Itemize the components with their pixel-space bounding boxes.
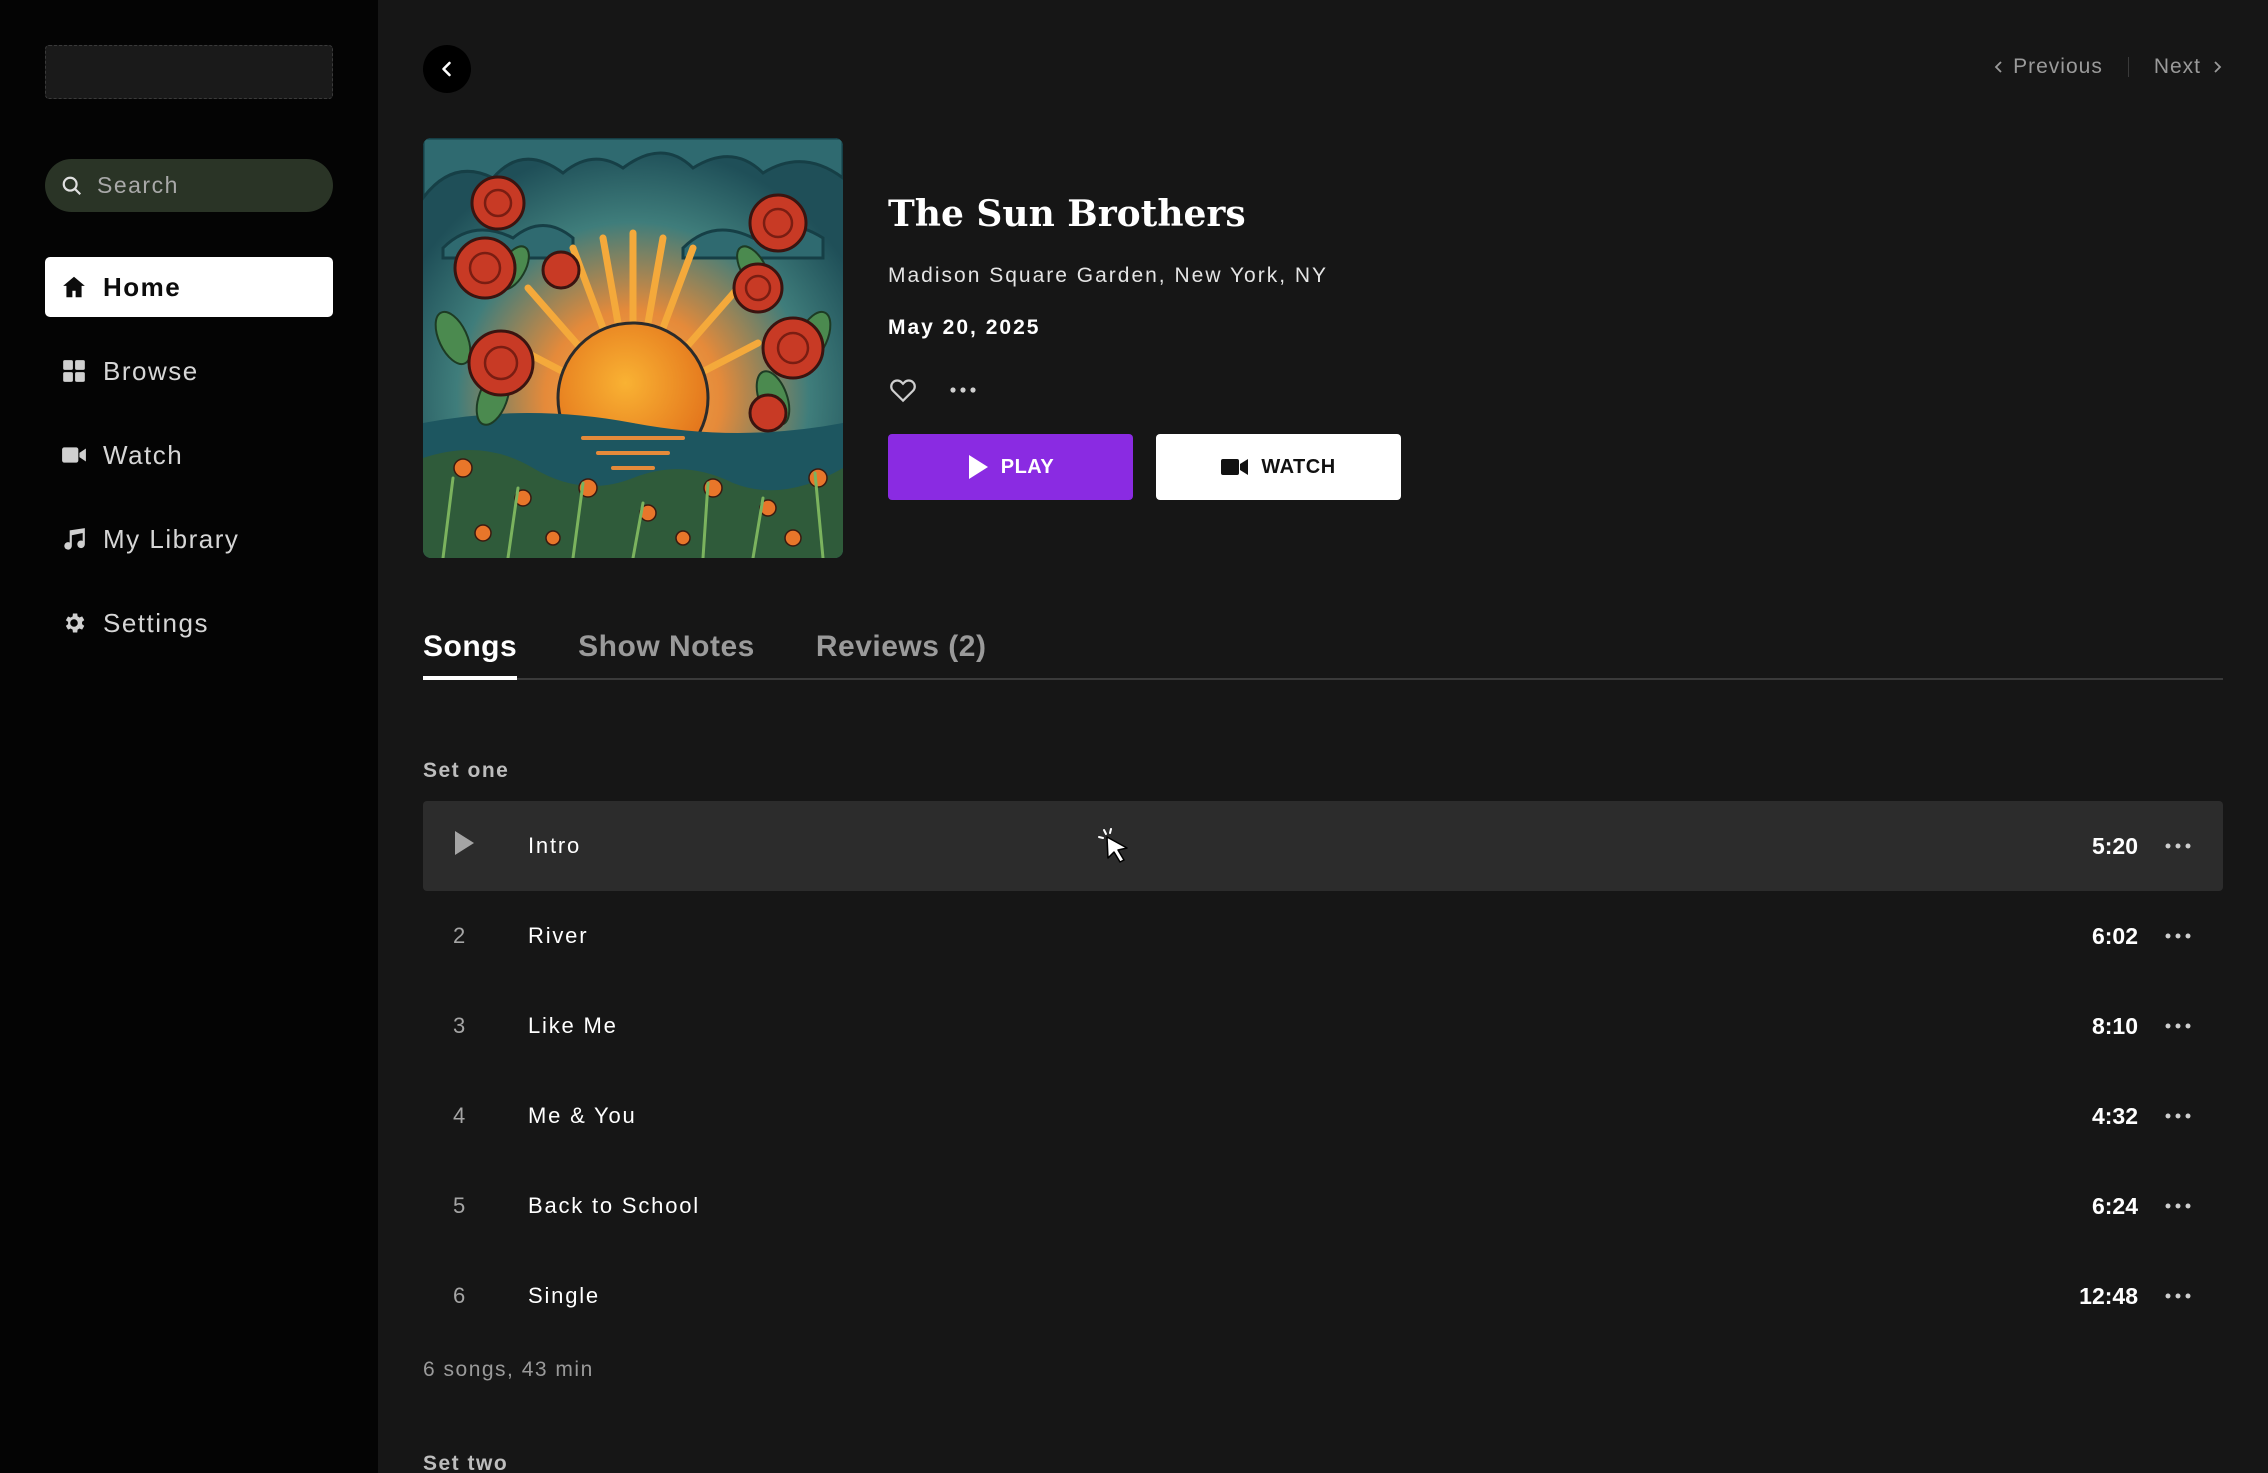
play-icon: [968, 455, 988, 479]
track-number: 5: [453, 1193, 466, 1218]
track-title: River: [528, 923, 589, 948]
more-options-icon[interactable]: [2163, 926, 2193, 946]
tab-bar: Songs Show Notes Reviews (2): [423, 620, 2223, 680]
track-row[interactable]: 5 Back to School 6:24: [423, 1161, 2223, 1251]
more-options-icon[interactable]: [948, 378, 978, 402]
back-button[interactable]: [423, 45, 471, 93]
track-row[interactable]: 3 Like Me 8:10: [423, 981, 2223, 1071]
music-note-icon: [64, 528, 85, 550]
heart-icon[interactable]: [888, 375, 918, 405]
album-cover: [423, 138, 843, 558]
watch-button[interactable]: WATCH: [1156, 434, 1401, 500]
logo-placeholder: [45, 45, 333, 99]
artist-name: The Sun Brothers: [888, 193, 1246, 235]
track-title: Back to School: [528, 1193, 700, 1218]
search-input[interactable]: [97, 172, 317, 199]
track-title: Me & You: [528, 1103, 637, 1128]
chevron-left-icon: [442, 61, 451, 77]
track-duration: 4:32: [2091, 1102, 2138, 1129]
track-duration: 12:48: [2079, 1282, 2138, 1309]
track-row[interactable]: 4 Me & You 4:32: [423, 1071, 2223, 1161]
chevron-right-icon: [2214, 61, 2222, 73]
sidebar-item-label: My Library: [103, 523, 240, 554]
app: Home Browse Watch My Library Settings: [0, 0, 2268, 1473]
sidebar-nav: Home Browse Watch My Library Settings: [45, 257, 333, 677]
sidebar-item-label: Watch: [103, 439, 184, 470]
sidebar-item-my-library[interactable]: My Library: [45, 509, 333, 569]
play-button[interactable]: PLAY: [888, 434, 1133, 500]
home-icon: [63, 276, 85, 298]
track-number: 3: [453, 1013, 466, 1038]
play-label: PLAY: [1000, 455, 1055, 478]
set-label: Set two: [423, 1452, 509, 1473]
pager: Previous Next: [1993, 55, 2223, 79]
more-options-icon[interactable]: [2163, 1106, 2193, 1126]
pager-divider: [2127, 57, 2129, 77]
track-number: 2: [453, 923, 466, 948]
date-text: May 20, 2025: [888, 316, 1041, 339]
tab-show-notes[interactable]: Show Notes: [578, 620, 755, 680]
album-cover-art: [423, 138, 843, 558]
play-icon[interactable]: [453, 830, 475, 856]
sidebar-item-watch[interactable]: Watch: [45, 425, 333, 485]
chevron-left-icon: [1994, 61, 2002, 73]
track-duration: 5:20: [2091, 832, 2138, 859]
sidebar: Home Browse Watch My Library Settings: [0, 0, 378, 1473]
watch-label: WATCH: [1261, 455, 1336, 478]
track-duration: 6:24: [2091, 1192, 2138, 1219]
sidebar-item-settings[interactable]: Settings: [45, 593, 333, 653]
more-options-icon[interactable]: [2163, 1196, 2193, 1216]
track-list: Intro 5:20 2 River 6:02 3 Like Me 8:10 4…: [423, 801, 2223, 1341]
track-title: Intro: [528, 833, 582, 858]
search-box[interactable]: [45, 159, 333, 212]
track-duration: 6:02: [2091, 922, 2138, 949]
next-button[interactable]: Next: [2154, 55, 2223, 79]
video-camera-icon: [62, 447, 86, 463]
venue-text: Madison Square Garden, New York, NY: [888, 264, 1329, 287]
grid-icon: [63, 360, 85, 382]
track-row[interactable]: 6 Single 12:48: [423, 1251, 2223, 1341]
set-summary: 6 songs, 43 min: [423, 1358, 594, 1381]
sidebar-item-label: Browse: [103, 355, 199, 386]
tab-reviews[interactable]: Reviews (2): [816, 620, 987, 680]
previous-button[interactable]: Previous: [1993, 55, 2103, 79]
more-options-icon[interactable]: [2163, 836, 2193, 856]
track-row[interactable]: 2 River 6:02: [423, 891, 2223, 981]
set-label: Set one: [423, 759, 510, 782]
track-number: [423, 830, 528, 862]
sidebar-item-home[interactable]: Home: [45, 257, 333, 317]
more-options-icon[interactable]: [2163, 1286, 2193, 1306]
search-icon: [62, 176, 82, 195]
track-number: 6: [453, 1283, 466, 1308]
more-options-icon[interactable]: [2163, 1016, 2193, 1036]
gear-icon: [65, 613, 85, 633]
video-camera-icon: [1221, 459, 1249, 475]
track-duration: 8:10: [2091, 1012, 2138, 1039]
sidebar-item-label: Settings: [103, 607, 209, 638]
track-title: Like Me: [528, 1013, 618, 1038]
main-content: Previous Next The Sun Brothers Madison S…: [378, 0, 2268, 1473]
track-row[interactable]: Intro 5:20: [423, 801, 2223, 891]
sidebar-item-browse[interactable]: Browse: [45, 341, 333, 401]
tab-songs[interactable]: Songs: [423, 620, 518, 680]
previous-label: Previous: [2013, 55, 2103, 78]
track-number: 4: [453, 1103, 466, 1128]
track-title: Single: [528, 1283, 600, 1308]
next-label: Next: [2153, 55, 2201, 78]
sidebar-item-label: Home: [103, 271, 182, 302]
